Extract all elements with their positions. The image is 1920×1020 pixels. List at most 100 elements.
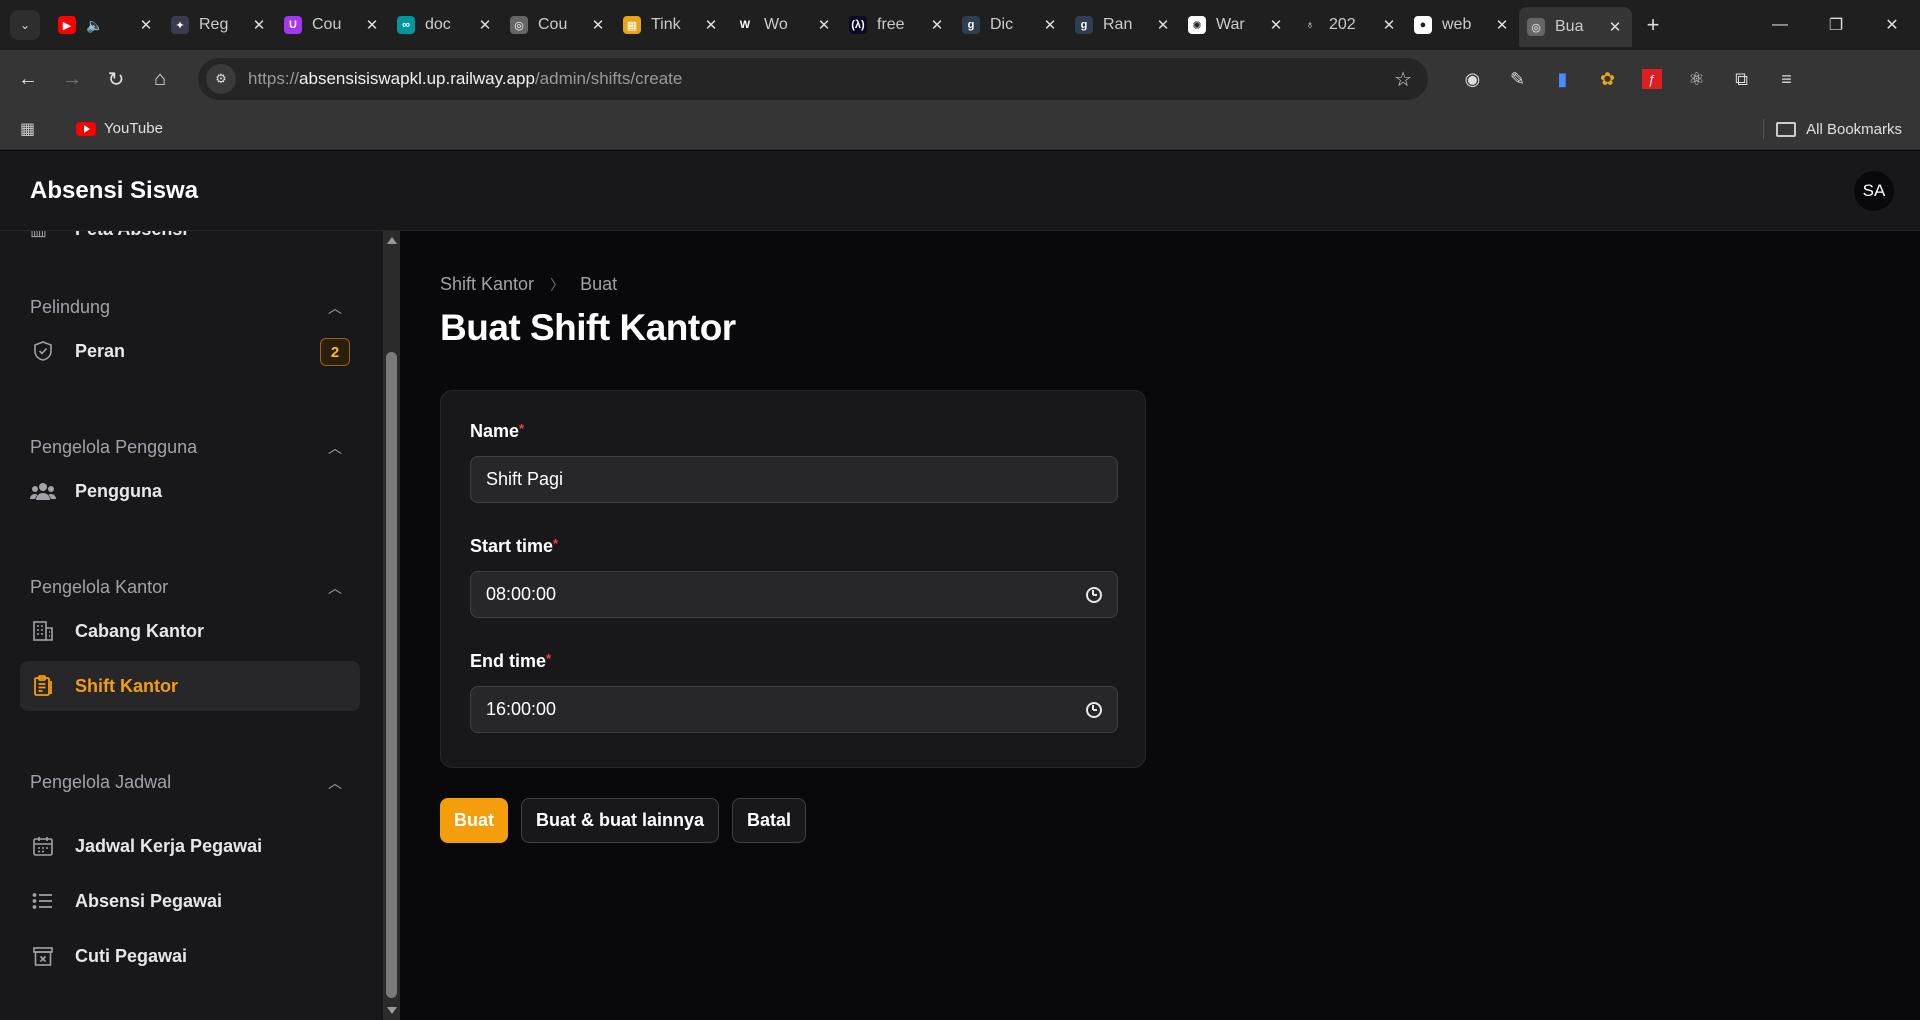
- browser-tab[interactable]: ▦ Tink ✕: [615, 7, 728, 43]
- flash-extension-icon[interactable]: ƒ: [1642, 69, 1662, 89]
- browser-tab[interactable]: ▶ 🔈 ✕: [50, 7, 163, 43]
- copy-extension-icon[interactable]: ▮: [1540, 69, 1585, 90]
- browser-tab[interactable]: ● web ✕: [1406, 7, 1519, 43]
- browser-tab[interactable]: g Dic ✕: [954, 7, 1067, 43]
- sidebar-item-jadwal-kerja-pegawai[interactable]: Jadwal Kerja Pegawai: [20, 821, 360, 871]
- browser-tab[interactable]: U Cou ✕: [276, 7, 389, 43]
- group-label: Pelindung: [30, 297, 111, 317]
- tab-title: web: [1442, 16, 1472, 33]
- group-pengelola-jadwal[interactable]: Pengelola Jadwal ︿: [30, 772, 350, 793]
- speaker-icon[interactable]: 🔈: [86, 17, 103, 34]
- sidebar-scrollbar[interactable]: [383, 231, 400, 1020]
- back-icon[interactable]: ←: [6, 59, 50, 99]
- end-time-input[interactable]: 16:00:00: [470, 686, 1118, 733]
- scrollbar-thumb[interactable]: [386, 352, 397, 998]
- media-icon[interactable]: ◉: [1450, 69, 1495, 90]
- bookmark-youtube[interactable]: YouTube: [76, 120, 163, 137]
- app-brand[interactable]: Absensi Siswa: [30, 177, 198, 205]
- group-pelindung[interactable]: Pelindung ︿: [30, 297, 350, 318]
- close-tab-icon[interactable]: ✕: [1493, 16, 1511, 34]
- new-tab-icon[interactable]: +: [1638, 10, 1668, 40]
- create-another-button[interactable]: Buat & buat lainnya: [521, 798, 720, 843]
- close-tab-icon[interactable]: ✕: [1154, 16, 1172, 34]
- close-window-icon[interactable]: ✕: [1864, 0, 1920, 50]
- youtube-icon: [76, 121, 96, 136]
- sidebar-item-absensi-pegawai[interactable]: Absensi Pegawai: [20, 876, 360, 926]
- name-input-value: Shift Pagi: [486, 469, 564, 489]
- address-bar[interactable]: ⚙ https://absensisiswapkl.up.railway.app…: [198, 58, 1428, 100]
- arduino-icon: ∞: [397, 16, 415, 34]
- close-tab-icon[interactable]: ✕: [363, 16, 381, 34]
- close-tab-icon[interactable]: ✕: [589, 16, 607, 34]
- udemy-icon: U: [284, 16, 302, 34]
- browser-tab[interactable]: ♁ 202 ✕: [1293, 7, 1406, 43]
- bookmark-star-icon[interactable]: ☆: [1394, 67, 1412, 92]
- user-avatar[interactable]: SA: [1854, 171, 1894, 211]
- close-tab-icon[interactable]: ✕: [1606, 18, 1624, 36]
- sidebar-item-peran[interactable]: Peran 2: [20, 326, 360, 376]
- breadcrumb-shift-kantor[interactable]: Shift Kantor: [440, 274, 534, 295]
- breadcrumb: Shift Kantor 〉 Buat: [440, 274, 617, 295]
- extensions-puzzle-icon[interactable]: ⧉: [1719, 69, 1764, 90]
- close-tab-icon[interactable]: ✕: [928, 16, 946, 34]
- app-header: Absensi Siswa SA: [0, 151, 1920, 231]
- close-tab-icon[interactable]: ✕: [1267, 16, 1285, 34]
- name-input[interactable]: Shift Pagi: [470, 456, 1118, 503]
- sidebar-item-shift-kantor[interactable]: Shift Kantor: [20, 661, 360, 711]
- forward-icon[interactable]: →: [50, 59, 94, 99]
- browser-tab[interactable]: ◎ Cou ✕: [502, 7, 615, 43]
- window-controls: — ❐ ✕: [1752, 0, 1920, 50]
- group-pengelola-kantor[interactable]: Pengelola Kantor ︿: [30, 577, 350, 598]
- site-info-icon[interactable]: ⚙: [206, 64, 236, 94]
- close-tab-icon[interactable]: ✕: [250, 16, 268, 34]
- wikipedia-icon: W: [736, 16, 754, 34]
- tab-title: Reg: [199, 16, 229, 33]
- chevron-up-icon[interactable]: ︿: [328, 438, 342, 458]
- scroll-up-arrow-icon[interactable]: [387, 237, 397, 244]
- tab-search-icon[interactable]: ⌄: [10, 10, 40, 40]
- browser-tab[interactable]: ∞ doc ✕: [389, 7, 502, 43]
- close-tab-icon[interactable]: ✕: [1380, 16, 1398, 34]
- close-tab-icon[interactable]: ✕: [137, 16, 155, 34]
- browser-tab[interactable]: (λ) free ✕: [841, 7, 954, 43]
- close-tab-icon[interactable]: ✕: [476, 16, 494, 34]
- url-text[interactable]: https://absensisiswapkl.up.railway.app/a…: [248, 69, 682, 89]
- chevron-up-icon[interactable]: ︿: [328, 298, 342, 318]
- restore-icon[interactable]: ❐: [1808, 0, 1864, 50]
- media-queue-icon[interactable]: ≡: [1764, 69, 1809, 90]
- browser-tab[interactable]: ✦ Reg ✕: [163, 7, 276, 43]
- eyedropper-icon[interactable]: ✎: [1495, 69, 1540, 90]
- group-pengelola-pengguna[interactable]: Pengelola Pengguna ︿: [30, 437, 350, 458]
- clock-icon[interactable]: [1086, 701, 1102, 718]
- apps-grid-icon[interactable]: ▦: [20, 119, 44, 139]
- tinkercad-icon: ▦: [623, 16, 641, 34]
- divider: [1763, 119, 1765, 139]
- close-tab-icon[interactable]: ✕: [815, 16, 833, 34]
- browser-tab[interactable]: g Ran ✕: [1067, 7, 1180, 43]
- start-time-input[interactable]: 08:00:00: [470, 571, 1118, 618]
- cookie-extension-icon[interactable]: ✿: [1585, 69, 1630, 90]
- tab-title: doc: [425, 16, 451, 33]
- sidebar-item-cabang-kantor[interactable]: Cabang Kantor: [20, 606, 360, 656]
- close-tab-icon[interactable]: ✕: [1041, 16, 1059, 34]
- react-devtools-icon[interactable]: ⚛: [1674, 69, 1719, 90]
- chevron-up-icon[interactable]: ︿: [328, 773, 342, 793]
- browser-tab[interactable]: ✺ War ✕: [1180, 7, 1293, 43]
- all-bookmarks[interactable]: All Bookmarks: [1763, 119, 1902, 139]
- sidebar-item-cuti-pegawai[interactable]: Cuti Pegawai: [20, 931, 360, 981]
- clock-icon[interactable]: [1086, 586, 1102, 603]
- chevron-up-icon[interactable]: ︿: [328, 578, 342, 598]
- close-tab-icon[interactable]: ✕: [702, 16, 720, 34]
- url-path: /admin/shifts/create: [534, 69, 683, 88]
- reload-icon[interactable]: ↻: [94, 59, 138, 99]
- cancel-button[interactable]: Batal: [732, 798, 807, 843]
- folder-icon: [1776, 121, 1797, 137]
- browser-tab[interactable]: W Wo ✕: [728, 7, 841, 43]
- home-icon[interactable]: ⌂: [138, 59, 182, 99]
- sidebar-item-pengguna[interactable]: Pengguna: [20, 466, 360, 516]
- sidebar-item-peta-absensi[interactable]: ▥ Peta Absensi: [30, 231, 187, 240]
- create-button[interactable]: Buat: [440, 798, 508, 843]
- browser-tab[interactable]: ◎ Bua ✕: [1519, 7, 1632, 47]
- minimize-icon[interactable]: —: [1752, 0, 1808, 50]
- scroll-down-arrow-icon[interactable]: [387, 1007, 397, 1014]
